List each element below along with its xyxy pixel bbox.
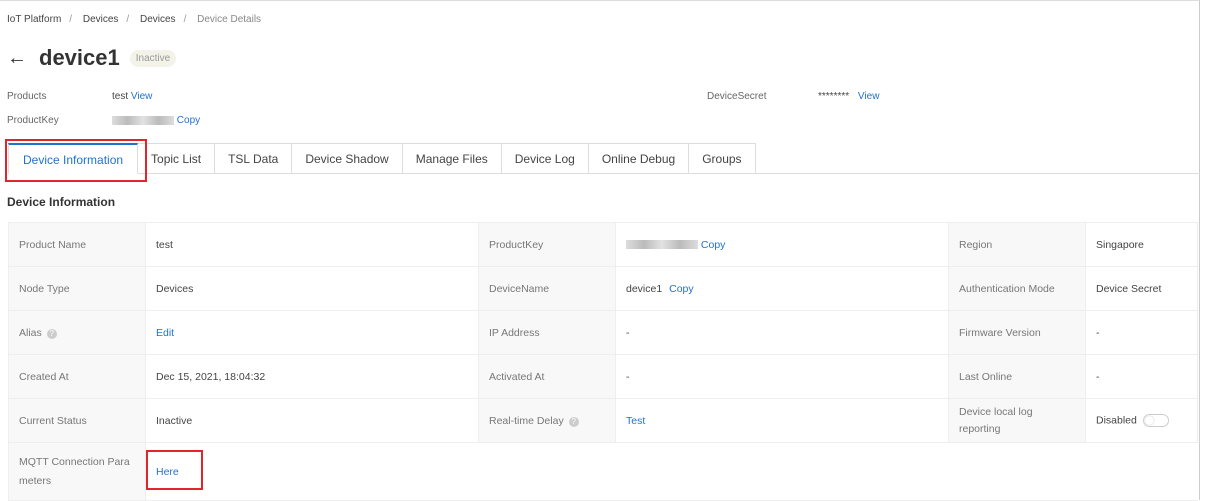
edit-alias-link[interactable]: Edit (156, 327, 174, 339)
value-created-at: Dec 15, 2021, 18:04:32 (145, 354, 479, 399)
label-devicename: DeviceName (478, 266, 616, 311)
breadcrumb-device-details: Device Details (197, 14, 262, 25)
productkey-label: ProductKey (7, 115, 59, 126)
label-local-log-reporting: Device local log reporting (948, 398, 1086, 443)
value-activated-at: - (615, 354, 949, 399)
value-current-status: Inactive (145, 398, 479, 443)
value-ip-address: - (615, 310, 949, 355)
view-product-link[interactable]: View (131, 91, 153, 102)
label-current-status: Current Status (8, 398, 146, 443)
label-firmware-version: Firmware Version (948, 310, 1086, 355)
label-activated-at: Activated At (478, 354, 616, 399)
label-alias: Alias (19, 326, 42, 339)
label-realtime-delay: Real-time Delay (489, 414, 564, 427)
label-last-online: Last Online (948, 354, 1086, 399)
page-header: ← device1 Inactive (7, 45, 177, 71)
value-node-type: Devices (145, 266, 479, 311)
breadcrumb-devices[interactable]: Devices (83, 14, 119, 25)
table-row: Current Status Inactive Real-time Delay?… (8, 398, 1198, 443)
label-ip-address: IP Address (478, 310, 616, 355)
label-product-name: Product Name (8, 222, 146, 267)
tab-device-log[interactable]: Device Log (501, 143, 589, 174)
back-arrow-icon[interactable]: ← (7, 47, 27, 70)
productkey-masked (112, 115, 174, 125)
log-reporting-toggle[interactable] (1142, 414, 1169, 427)
tab-bar: Device Information Topic List TSL Data D… (8, 143, 1200, 174)
value-region: Singapore (1085, 222, 1198, 267)
breadcrumb: IoT Platform / Devices / Devices / Device D… (7, 14, 262, 25)
page-title: device1 (39, 45, 120, 70)
label-productkey: ProductKey (478, 222, 616, 267)
breadcrumb-iot-platform[interactable]: IoT Platform (7, 14, 61, 25)
tab-topic-list[interactable]: Topic List (138, 143, 216, 174)
label-node-type: Node Type (8, 266, 146, 311)
label-region: Region (948, 222, 1086, 267)
label-created-at: Created At (8, 354, 146, 399)
view-secret-link[interactable]: View (858, 91, 880, 102)
value-devicename: device1 (626, 282, 663, 295)
highlight-box (146, 450, 203, 490)
status-badge: Inactive (129, 49, 177, 67)
value-firmware-version: - (1085, 310, 1198, 355)
section-title: Device Information (7, 195, 116, 209)
copy-productkey-link[interactable]: Copy (177, 115, 200, 126)
label-auth-mode: Authentication Mode (948, 266, 1086, 311)
help-icon[interactable]: ? (568, 416, 579, 427)
table-row: Created At Dec 15, 2021, 18:04:32 Activa… (8, 354, 1198, 399)
tab-online-debug[interactable]: Online Debug (588, 143, 690, 174)
tab-groups[interactable]: Groups (689, 143, 756, 174)
tab-device-shadow[interactable]: Device Shadow (292, 143, 403, 174)
label-mqtt-params: MQTT Connection Parameters (8, 442, 146, 501)
products-label: Products (7, 91, 47, 102)
productkey-masked (626, 240, 698, 250)
value-product-name: test (145, 222, 479, 267)
devicesecret-label: DeviceSecret (707, 91, 767, 102)
breadcrumb-devices-2[interactable]: Devices (140, 14, 176, 25)
table-row: Product Name test ProductKey Copy Region… (8, 222, 1198, 267)
table-row: Node Type Devices DeviceName device1 Cop… (8, 266, 1198, 311)
value-last-online: - (1085, 354, 1198, 399)
tab-tsl-data[interactable]: TSL Data (215, 143, 293, 174)
copy-productkey-link[interactable]: Copy (701, 239, 726, 251)
value-auth-mode: Device Secret (1085, 266, 1198, 311)
devicesecret-value: ******** (818, 91, 850, 102)
copy-devicename-link[interactable]: Copy (669, 283, 694, 295)
value-local-log-reporting: Disabled (1096, 414, 1137, 427)
highlight-box (5, 139, 147, 182)
test-delay-link[interactable]: Test (626, 415, 645, 427)
tab-manage-files[interactable]: Manage Files (402, 143, 502, 174)
products-value: test (112, 91, 129, 102)
table-row: Alias? Edit IP Address - Firmware Versio… (8, 310, 1198, 355)
help-icon[interactable]: ? (46, 328, 57, 339)
